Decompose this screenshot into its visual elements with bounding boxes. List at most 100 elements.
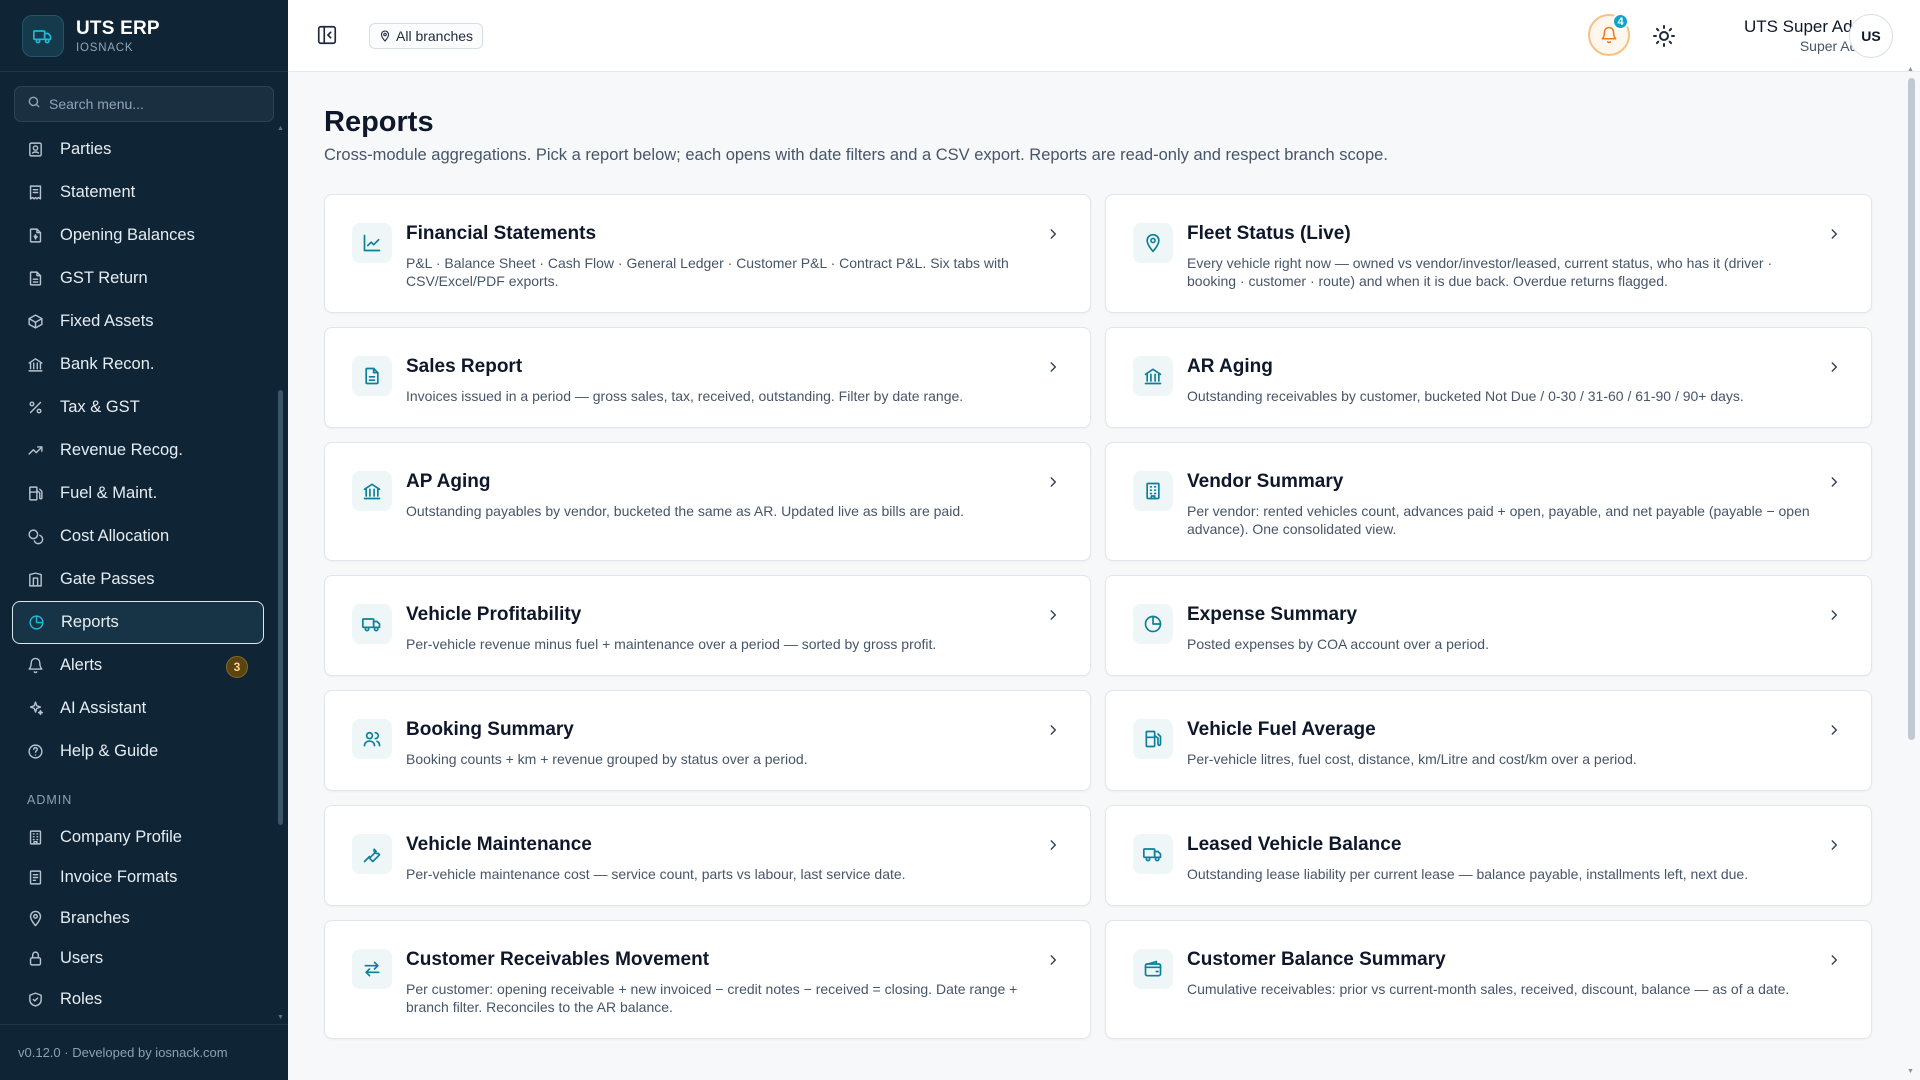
report-card-description: Outstanding receivables by customer, buc… xyxy=(1187,388,1744,404)
alerts-count-badge: 3 xyxy=(226,656,248,678)
main-scrollbar[interactable] xyxy=(1908,78,1915,740)
sidebar-item-roles[interactable]: Roles xyxy=(12,979,264,1020)
bank-icon xyxy=(352,471,392,511)
sidebar-item-branches[interactable]: Branches xyxy=(12,898,264,939)
pie-chart-icon xyxy=(27,614,45,632)
sidebar-item-label: Cost Allocation xyxy=(60,527,170,545)
scroll-down-arrow[interactable]: ▼ xyxy=(277,1014,284,1021)
fuel-icon xyxy=(1133,719,1173,759)
sidebar-item-label: Parties xyxy=(60,140,112,158)
report-card-description: Booking counts + km + revenue grouped by… xyxy=(406,751,808,767)
report-card-vendor-summary[interactable]: Vendor Summary Per vendor: rented vehicle… xyxy=(1105,442,1872,561)
sidebar-item-bank-recon[interactable]: Bank Recon. xyxy=(12,343,264,386)
sidebar-item-opening-balances[interactable]: Opening Balances xyxy=(12,214,264,257)
sidebar-item-alerts[interactable]: Alerts 3 xyxy=(12,644,264,687)
sidebar-item-users[interactable]: Users xyxy=(12,939,264,980)
brand-name: UTS ERP xyxy=(76,17,160,39)
sidebar-item-fixed-assets[interactable]: Fixed Assets xyxy=(12,300,264,343)
sidebar-item-label: Company Profile xyxy=(60,827,182,846)
report-card-description: Outstanding lease liability per current … xyxy=(1187,866,1749,882)
chevron-right-icon xyxy=(1046,608,1060,622)
chevron-right-icon xyxy=(1827,608,1841,622)
bell-icon xyxy=(26,657,44,675)
fuel-icon xyxy=(26,485,44,503)
report-card-financial-statements[interactable]: Financial Statements P&L · Balance Sheet … xyxy=(324,194,1091,313)
search-input[interactable]: Search menu... xyxy=(14,86,274,122)
sidebar-item-label: Users xyxy=(60,949,104,968)
report-card-description: Posted expenses by COA account over a pe… xyxy=(1187,636,1489,652)
sidebar-item-statement[interactable]: Statement xyxy=(12,171,264,214)
sidebar-item-gate-passes[interactable]: Gate Passes xyxy=(12,558,264,601)
sidebar-scrollbar[interactable] xyxy=(278,390,283,825)
report-card-title: Vehicle Profitability xyxy=(406,604,582,625)
chevron-right-icon xyxy=(1046,360,1060,374)
report-card-sales-report[interactable]: Sales Report Invoices issued in a period … xyxy=(324,327,1091,428)
report-card-description: Outstanding payables by vendor, bucketed… xyxy=(406,503,965,519)
document-icon xyxy=(352,356,392,396)
report-card-booking-summary[interactable]: Booking Summary Booking counts + km + rev… xyxy=(324,690,1091,791)
building-icon xyxy=(26,828,44,846)
box-icon xyxy=(26,313,44,331)
sidebar-item-cost-allocation[interactable]: Cost Allocation xyxy=(12,515,264,558)
report-card-fleet-status-live[interactable]: Fleet Status (Live) Every vehicle right n… xyxy=(1105,194,1872,313)
brand-subtitle: IOSNACK xyxy=(76,41,134,54)
wrench-icon xyxy=(352,834,392,874)
scroll-up-arrow[interactable]: ▲ xyxy=(1907,66,1914,73)
trend-up-icon xyxy=(26,442,44,460)
sun-icon[interactable] xyxy=(1652,24,1676,48)
report-card-vehicle-fuel-average[interactable]: Vehicle Fuel Average Per-vehicle litres, … xyxy=(1105,690,1872,791)
chevron-right-icon xyxy=(1827,227,1841,241)
report-card-title: Expense Summary xyxy=(1187,604,1358,625)
sidebar-item-company-profile[interactable]: Company Profile xyxy=(12,817,264,858)
sidebar-item-label: Statement xyxy=(60,183,136,201)
report-card-leased-vehicle-balance[interactable]: Leased Vehicle Balance Outstanding lease … xyxy=(1105,805,1872,906)
sidebar-toggle-icon[interactable] xyxy=(316,24,338,46)
sidebar-item-tax-gst[interactable]: Tax & GST xyxy=(12,386,264,429)
report-card-ap-aging[interactable]: AP Aging Outstanding payables by vendor, … xyxy=(324,442,1091,561)
report-cards-grid: Financial Statements P&L · Balance Sheet … xyxy=(324,194,1872,1039)
sidebar-item-label: Fuel & Maint. xyxy=(60,484,158,502)
sidebar-item-revenue-recog[interactable]: Revenue Recog. xyxy=(12,429,264,472)
map-pin-icon xyxy=(380,30,390,42)
report-card-title: Customer Receivables Movement xyxy=(406,949,710,970)
report-card-description: Per customer: opening receivable + new i… xyxy=(406,981,1018,1015)
sidebar-item-fuel-maint[interactable]: Fuel & Maint. xyxy=(12,472,264,515)
sidebar: UTS ERP IOSNACK Search menu... Parties St… xyxy=(0,0,288,1080)
location-pin-icon xyxy=(1133,223,1173,263)
users-icon xyxy=(352,719,392,759)
sidebar-item-help-guide[interactable]: Help & Guide xyxy=(12,730,264,773)
avatar[interactable]: US xyxy=(1849,14,1893,58)
sidebar-item-ai-assistant[interactable]: AI Assistant xyxy=(12,687,264,730)
sidebar-item-label: Branches xyxy=(60,908,130,927)
sidebar-item-label: Tax & GST xyxy=(60,398,140,416)
sidebar-item-label: Help & Guide xyxy=(60,742,159,760)
report-card-customer-balance-summary[interactable]: Customer Balance Summary Cumulative recei… xyxy=(1105,920,1872,1039)
chevron-right-icon xyxy=(1827,838,1841,852)
truck-icon xyxy=(352,604,392,644)
chevron-right-icon xyxy=(1827,953,1841,967)
report-card-title: Booking Summary xyxy=(406,719,574,740)
scroll-up-arrow[interactable]: ▲ xyxy=(277,125,284,132)
scroll-down-arrow[interactable]: ▼ xyxy=(1907,1068,1914,1075)
building-icon xyxy=(1133,471,1173,511)
report-card-title: Fleet Status (Live) xyxy=(1187,223,1351,244)
report-card-title: Vehicle Maintenance xyxy=(406,834,592,855)
sidebar-item-reports[interactable]: Reports xyxy=(12,601,264,644)
sidebar-item-parties[interactable]: Parties xyxy=(12,128,264,171)
report-card-customer-receivables-movement[interactable]: Customer Receivables Movement Per custome… xyxy=(324,920,1091,1039)
report-card-vehicle-maintenance[interactable]: Vehicle Maintenance Per-vehicle maintenan… xyxy=(324,805,1091,906)
report-card-description: P&L · Balance Sheet · Cash Flow · Genera… xyxy=(406,255,1009,289)
report-card-expense-summary[interactable]: Expense Summary Posted expenses by COA ac… xyxy=(1105,575,1872,676)
sidebar-item-invoice-formats[interactable]: Invoice Formats xyxy=(12,858,264,899)
chevron-right-icon xyxy=(1827,475,1841,489)
coins-icon xyxy=(26,528,44,546)
report-card-title: Leased Vehicle Balance xyxy=(1187,834,1402,855)
branch-selector[interactable]: All branches xyxy=(369,23,484,49)
help-circle-icon xyxy=(26,743,44,761)
search-placeholder: Search menu... xyxy=(49,96,144,112)
report-card-ar-aging[interactable]: AR Aging Outstanding receivables by custo… xyxy=(1105,327,1872,428)
sidebar-item-gst-return[interactable]: GST Return xyxy=(12,257,264,300)
report-card-vehicle-profitability[interactable]: Vehicle Profitability Per-vehicle revenue… xyxy=(324,575,1091,676)
report-card-title: Sales Report xyxy=(406,356,523,377)
notification-count-badge: 4 xyxy=(1612,13,1629,30)
